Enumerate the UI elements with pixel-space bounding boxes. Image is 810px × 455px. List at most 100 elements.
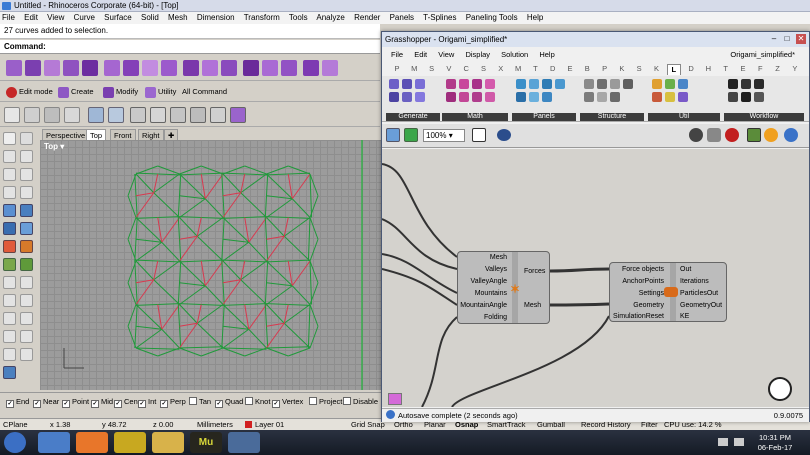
util-icon-2[interactable]: [665, 79, 675, 89]
menu-paneling-tools[interactable]: Paneling Tools: [466, 13, 518, 22]
kangaroo-component[interactable]: Force objects AnchorPoints Settings Geom…: [609, 262, 727, 322]
gen-icon-3[interactable]: [415, 79, 425, 89]
circle-icon[interactable]: [3, 168, 16, 181]
maximize-icon[interactable]: □: [782, 34, 792, 44]
math-icon-6[interactable]: [459, 92, 469, 102]
shaded-preview-icon[interactable]: [764, 128, 778, 142]
menu-help[interactable]: Help: [527, 13, 543, 22]
input-simulation-reset[interactable]: SimulationReset: [613, 312, 664, 321]
output-forces[interactable]: Forces: [524, 267, 545, 276]
output-mesh[interactable]: Mesh: [524, 301, 541, 310]
gh-document-name[interactable]: Origami_simplified*: [730, 48, 795, 61]
tspline-convert-icon[interactable]: [243, 60, 259, 76]
input-force-objects[interactable]: Force objects: [622, 265, 664, 274]
add-viewport-tab-icon[interactable]: ✚: [164, 129, 179, 140]
menu-surface[interactable]: Surface: [104, 13, 132, 22]
box-icon[interactable]: [3, 222, 16, 235]
gh-tab-s-5[interactable]: S: [477, 64, 491, 74]
tspline-box-icon[interactable]: [6, 60, 22, 76]
text-icon[interactable]: [3, 330, 16, 343]
gh-menu-help[interactable]: Help: [539, 50, 554, 59]
analyze-icon[interactable]: [3, 348, 16, 361]
tray-date[interactable]: 06-Feb-17: [752, 443, 798, 452]
scale-icon[interactable]: [3, 312, 16, 325]
gh-tab-s-2[interactable]: S: [425, 64, 439, 74]
osnap-perp[interactable]: ✓ Perp: [160, 397, 186, 408]
gen-icon-2[interactable]: [402, 79, 412, 89]
menu-render[interactable]: Render: [354, 13, 380, 22]
zoom-extents-icon[interactable]: [190, 107, 206, 123]
tspline-mesh-icon[interactable]: [262, 60, 278, 76]
osnap-near[interactable]: ✓ Near: [33, 397, 59, 408]
taskbar-explorer-icon[interactable]: [152, 432, 184, 453]
cplane-icon[interactable]: [3, 366, 16, 379]
copy-icon[interactable]: [108, 107, 124, 123]
perspective-view-icon[interactable]: [130, 107, 146, 123]
shade-icon[interactable]: [210, 107, 226, 123]
math-icon-2[interactable]: [459, 79, 469, 89]
tab-top[interactable]: Top: [86, 129, 107, 140]
gh-menu-file[interactable]: File: [391, 50, 403, 59]
tspline-cylinder-icon[interactable]: [25, 60, 41, 76]
menu-tsplines[interactable]: T-Splines: [423, 13, 456, 22]
osnap-disable[interactable]: Disable: [343, 397, 378, 406]
input-geometry[interactable]: Geometry: [633, 301, 664, 310]
gh-tab-c-4[interactable]: C: [459, 64, 473, 74]
polygon-icon[interactable]: [20, 186, 33, 199]
command-prompt[interactable]: Command:: [0, 40, 380, 54]
gh-tab-k-15[interactable]: K: [650, 64, 664, 74]
status-layer[interactable]: Layer 01: [245, 420, 284, 430]
taskbar-muse-icon[interactable]: Mu: [190, 432, 222, 453]
curve-icon[interactable]: [20, 150, 33, 163]
gen-icon-1[interactable]: [389, 79, 399, 89]
workflow-icon-4[interactable]: [728, 92, 738, 102]
gh-tab-p-12[interactable]: P: [598, 64, 612, 74]
status-cplane[interactable]: CPlane: [3, 420, 28, 430]
gen-icon-4[interactable]: [389, 92, 399, 102]
workflow-icon-5[interactable]: [741, 92, 751, 102]
rectangle-icon[interactable]: [3, 186, 16, 199]
output-ke[interactable]: KE: [680, 312, 689, 321]
status-units[interactable]: Millimeters: [197, 420, 233, 430]
osnap-quad[interactable]: ✓ Quad: [215, 397, 243, 408]
tspline-bridge-icon[interactable]: [183, 60, 199, 76]
print-icon[interactable]: [64, 107, 80, 123]
gh-tab-p-0[interactable]: P: [390, 64, 404, 74]
menu-view[interactable]: View: [47, 13, 64, 22]
tspline-help-icon[interactable]: [322, 60, 338, 76]
tab-create[interactable]: Create: [58, 85, 94, 99]
tspline-options-icon[interactable]: [303, 60, 319, 76]
panels-icon-3[interactable]: [542, 79, 552, 89]
menu-file[interactable]: File: [2, 13, 15, 22]
gh-tab-d-9[interactable]: D: [546, 64, 560, 74]
open-icon[interactable]: [24, 107, 40, 123]
tab-all-command[interactable]: All Command: [182, 85, 227, 99]
gh-tab-e-20[interactable]: E: [736, 64, 750, 74]
minimize-icon[interactable]: –: [769, 34, 779, 44]
tspline-crease-icon[interactable]: [221, 60, 237, 76]
mesh-icon[interactable]: [3, 240, 16, 253]
panels-icon-7[interactable]: [542, 92, 552, 102]
util-icon-5[interactable]: [665, 92, 675, 102]
menu-solid[interactable]: Solid: [141, 13, 159, 22]
gh-tab-k-13[interactable]: K: [615, 64, 629, 74]
tab-front[interactable]: Front: [110, 129, 136, 140]
tspline-torus-icon[interactable]: [82, 60, 98, 76]
sphere-icon[interactable]: [20, 222, 33, 235]
tspline-weld-icon[interactable]: [202, 60, 218, 76]
panels-icon-5[interactable]: [516, 92, 526, 102]
menu-edit[interactable]: Edit: [24, 13, 38, 22]
top-viewport[interactable]: Top ▾: [40, 140, 385, 390]
structure-icon-3[interactable]: [610, 79, 620, 89]
extrude-surface-icon[interactable]: [20, 204, 33, 217]
input-folding[interactable]: Folding: [484, 313, 507, 322]
zoom-select[interactable]: 100% ▾: [423, 129, 465, 142]
gh-tab-e-10[interactable]: E: [563, 64, 577, 74]
boolean-union-icon[interactable]: [3, 258, 16, 271]
surface-icon[interactable]: [3, 204, 16, 217]
util-icon-1[interactable]: [652, 79, 662, 89]
tray-time[interactable]: 10:31 PM: [752, 433, 798, 442]
gh-menu-display[interactable]: Display: [465, 50, 490, 59]
structure-icon-6[interactable]: [597, 92, 607, 102]
menu-transform[interactable]: Transform: [244, 13, 280, 22]
